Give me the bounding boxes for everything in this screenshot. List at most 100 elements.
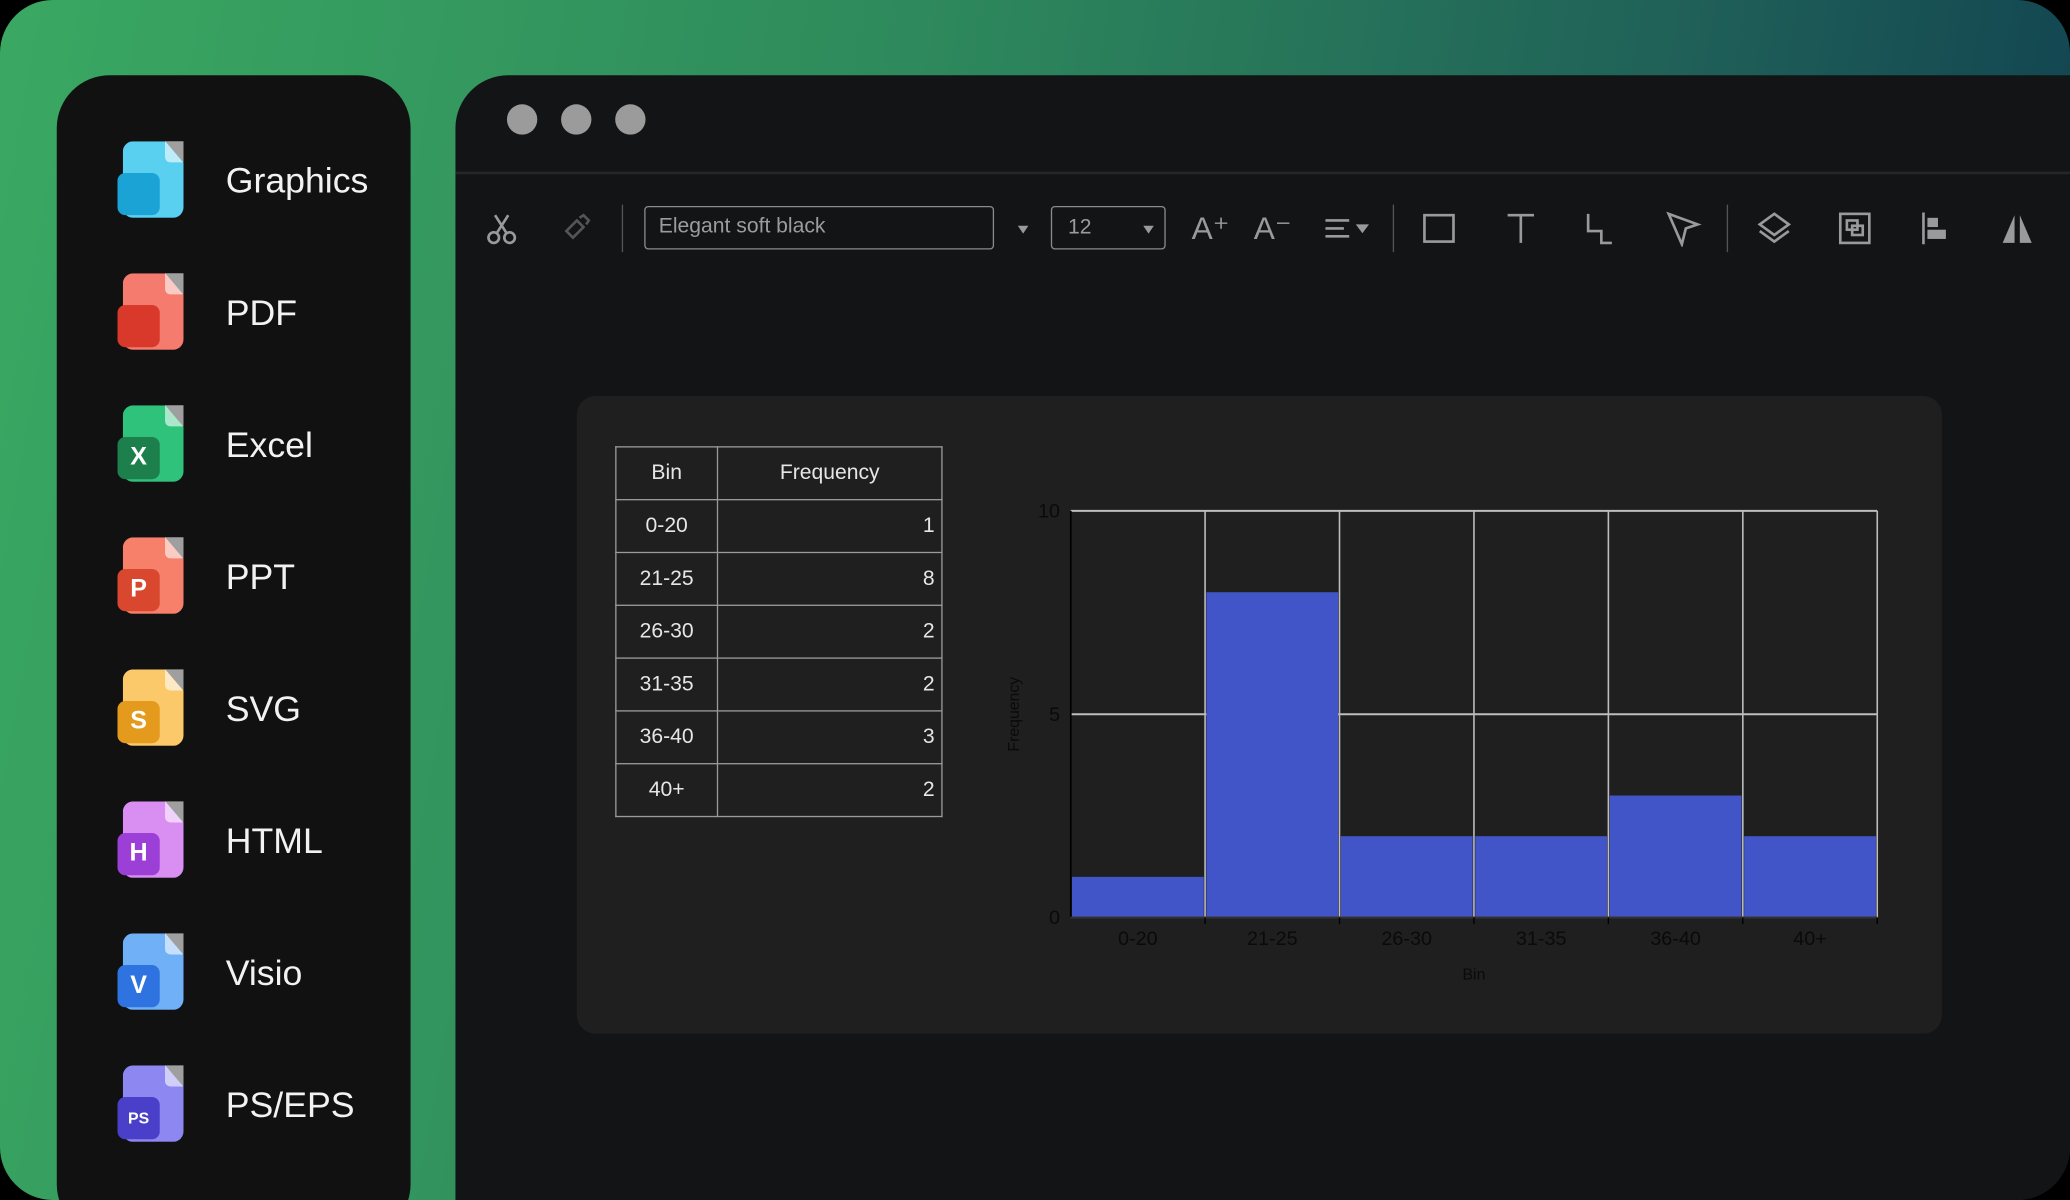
frequency-cell: 2 xyxy=(716,763,943,818)
font-size-dropdown-icon xyxy=(1143,225,1154,234)
table-row: 21-25 8 xyxy=(615,551,943,606)
y-tick-label: 10 xyxy=(1038,500,1060,522)
bar xyxy=(1206,592,1339,918)
ppt-file-icon: P xyxy=(117,537,186,616)
group-icon xyxy=(1838,212,1871,245)
excel-file-icon: X xyxy=(117,405,186,484)
table-row: 40+ 2 xyxy=(615,763,943,818)
align-objects-icon xyxy=(1922,212,1946,245)
sidebar-item-visio[interactable]: V Visio xyxy=(117,931,302,1015)
pen-icon xyxy=(1666,211,1702,247)
x-tick-label: 0-20 xyxy=(1118,928,1158,950)
format-painter-button[interactable] xyxy=(557,207,597,249)
badge-letter: PS xyxy=(128,1108,150,1128)
sidebar-item-label: Graphics xyxy=(225,160,369,201)
rectangle-tool[interactable] xyxy=(1419,207,1459,249)
frequency-cell: 2 xyxy=(716,604,943,659)
group-button[interactable] xyxy=(1834,207,1876,249)
sidebar-item-label: Visio xyxy=(225,952,303,993)
frequency-cell: 8 xyxy=(716,551,943,606)
table-header-row: Bin Frequency xyxy=(615,446,943,501)
decrease-font-button[interactable]: A⁻ xyxy=(1253,207,1293,249)
frequency-cell: 3 xyxy=(716,710,943,765)
layers-button[interactable] xyxy=(1753,207,1795,249)
table-row: 31-35 2 xyxy=(615,657,943,712)
x-tick-label: 40+ xyxy=(1793,928,1827,950)
y-axis-title: Frequency xyxy=(1006,677,1023,752)
y-tick-label: 5 xyxy=(1049,704,1060,726)
table-row: 36-40 3 xyxy=(615,710,943,765)
format-sidebar: Graphics PDF X Excel P PPT S SVG H HTML V Visio PS PS… xyxy=(56,75,411,1200)
brush-icon xyxy=(564,213,591,240)
x-tick-label: 26-30 xyxy=(1381,928,1432,950)
frequency-cell: 1 xyxy=(716,499,943,554)
align-objects-button[interactable] xyxy=(1916,207,1956,249)
sidebar-item-excel[interactable]: X Excel xyxy=(117,403,313,487)
bar xyxy=(1744,836,1876,918)
font-decrease-icon: A⁻ xyxy=(1253,210,1292,247)
sidebar-item-ppt[interactable]: P PPT xyxy=(117,535,295,619)
sidebar-item-label: PS/EPS xyxy=(225,1084,355,1125)
bin-cell: 31-35 xyxy=(615,657,719,712)
pdf-file-icon xyxy=(117,273,186,352)
sidebar-item-label: PDF xyxy=(225,292,298,333)
window-maximize-button[interactable] xyxy=(615,104,646,135)
bin-cell: 21-25 xyxy=(615,551,719,606)
bin-cell: 40+ xyxy=(615,763,719,818)
chart-card: Bin Frequency 0-20 1 21-25 8 26-30 2 31-35 2 36-… xyxy=(576,396,1942,1034)
sidebar-item-label: Excel xyxy=(225,424,313,465)
sidebar-item-graphics[interactable]: Graphics xyxy=(117,139,368,223)
font-increase-icon: A⁺ xyxy=(1191,210,1230,247)
x-tick-label: 31-35 xyxy=(1516,928,1567,950)
ps-file-icon: PS xyxy=(117,1065,186,1144)
window-minimize-button[interactable] xyxy=(561,104,592,135)
window-close-button[interactable] xyxy=(506,104,538,135)
visio-file-icon: V xyxy=(117,933,186,1012)
font-dropdown-icon[interactable] xyxy=(1017,225,1029,234)
toolbar-separator xyxy=(1726,204,1729,253)
connector-icon xyxy=(1586,213,1612,245)
increase-font-button[interactable]: A⁺ xyxy=(1191,207,1231,249)
cut-button[interactable] xyxy=(482,207,522,249)
connector-tool[interactable] xyxy=(1582,207,1622,249)
bin-cell: 36-40 xyxy=(615,710,719,765)
text-tool[interactable] xyxy=(1501,207,1541,249)
sidebar-item-label: HTML xyxy=(225,820,323,861)
scissors-icon xyxy=(487,214,517,245)
badge-letter: V xyxy=(130,971,147,1000)
bin-cell: 26-30 xyxy=(615,604,719,659)
flip-button[interactable] xyxy=(1996,207,2038,249)
sidebar-item-pdf[interactable]: PDF xyxy=(117,271,297,355)
editor-window: Elegant soft black 1 2 A⁺ A⁻ Bin Frequenc… xyxy=(455,75,2070,1200)
layers-icon xyxy=(1757,212,1792,244)
bar xyxy=(1475,836,1608,918)
histogram-chart: 0 5 10 0-20 21-25 26-30 31-35 36-40 40+ Bin Freque… xyxy=(1006,500,1879,984)
font-family-input[interactable]: Elegant soft black xyxy=(644,205,995,250)
title-divider xyxy=(455,171,2070,175)
badge-letter: X xyxy=(130,443,147,472)
bar xyxy=(1340,836,1473,918)
bar xyxy=(1071,876,1204,918)
align-left-icon xyxy=(1325,219,1369,238)
frequency-cell: 2 xyxy=(716,657,943,712)
sidebar-item-pseps[interactable]: PS PS/EPS xyxy=(117,1063,355,1147)
html-file-icon: H xyxy=(117,801,186,880)
frequency-header: Frequency xyxy=(716,446,943,501)
toolbar-separator xyxy=(621,204,624,253)
app-background: Graphics PDF X Excel P PPT S SVG H HTML V Visio PS PS… xyxy=(0,0,2070,1200)
x-tick-label: 21-25 xyxy=(1247,928,1298,950)
image-file-icon xyxy=(117,141,186,220)
badge-letter: P xyxy=(130,575,147,604)
align-button[interactable] xyxy=(1320,207,1373,249)
badge-letter: H xyxy=(129,839,148,868)
bin-cell: 0-20 xyxy=(615,499,719,554)
sidebar-item-svg[interactable]: S SVG xyxy=(117,667,301,751)
flip-icon xyxy=(2002,215,2032,243)
sidebar-item-html[interactable]: H HTML xyxy=(117,799,323,883)
x-tick-label: 36-40 xyxy=(1650,928,1701,950)
toolbar-separator xyxy=(1392,204,1395,253)
y-tick-label: 0 xyxy=(1049,907,1060,929)
bin-header: Bin xyxy=(615,446,719,501)
pen-tool[interactable] xyxy=(1663,207,1703,249)
bar xyxy=(1609,795,1742,918)
